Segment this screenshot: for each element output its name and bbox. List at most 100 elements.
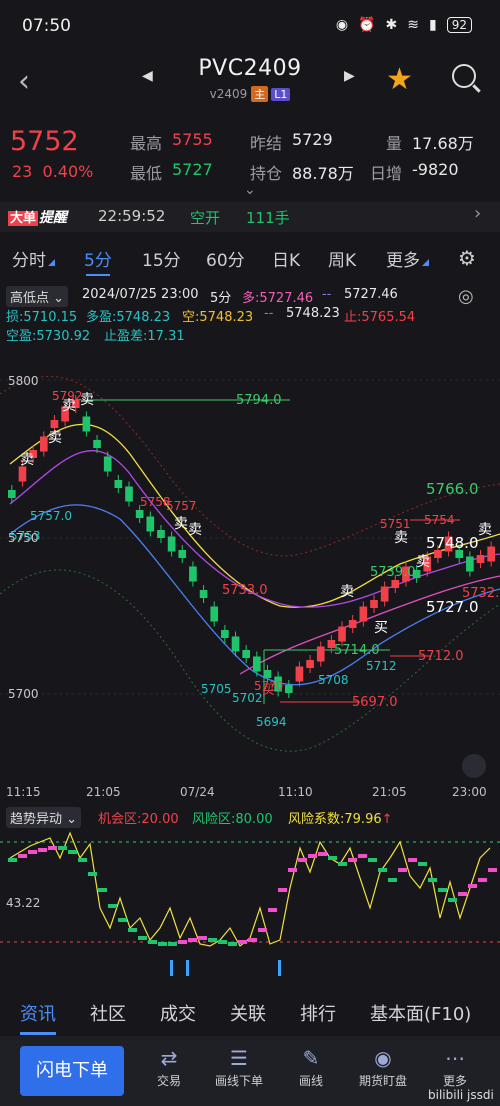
label-5694: 5694 [256,715,287,729]
label-5705: 5705 [201,682,232,696]
signal-bar [186,960,189,976]
tab-ranking[interactable]: 排行 [300,1000,336,1026]
header: ‹ ◀ PVC2409 v2409 主 L1 ▶ ★ [0,50,500,114]
nav-trade[interactable]: ⇄ 交易 [134,1044,204,1089]
tab-more[interactable]: 更多 [386,246,429,271]
signal-bar [278,960,281,976]
prev-settle-label: 昨结 [250,134,283,153]
tab-15min[interactable]: 15分 [142,246,181,271]
alert-action: 空开 [190,209,221,227]
kline-svg: 5800 5750 5700 5794.0 5766.0 5748.0 5727… [0,374,500,778]
trend-step [268,908,277,912]
legend-dash: -- [322,287,332,302]
trend-step [468,884,477,888]
legend-stop-loss: 损:5710.15 [6,310,78,325]
nav-draw[interactable]: ✎ 画线 [276,1044,346,1089]
trend-step [288,868,297,872]
page-title: PVC2409 [198,56,302,81]
next-contract-icon[interactable]: ▶ [344,68,355,84]
legend-dash2: -- [264,306,274,321]
time-label: 11:15 [6,785,41,799]
trend-step [478,878,487,882]
trend-step [28,850,37,854]
more-icon: ⋯ [445,1046,465,1070]
kline-chart[interactable]: 5800 5750 5700 5794.0 5766.0 5748.0 5727… [0,344,500,784]
time-label: 21:05 [372,785,407,799]
sell-marker-5: 卖 [174,516,188,532]
sell-marker-8: 卖 [394,530,408,546]
trend-step [128,928,137,932]
trend-step [198,936,207,940]
trend-legend: 趋势异动 ⌄ 机会区:20.00 风险区:80.00 风险系数:79.96↑ [0,806,500,828]
alert-tag-b: 提醒 [39,210,68,226]
battery-icon: 92 [446,17,472,33]
trend-step [428,878,437,882]
tab-daily[interactable]: 日K [272,246,300,271]
tab-weekly[interactable]: 周K [328,246,356,271]
tab-community[interactable]: 社区 [90,1000,126,1026]
tab-60min[interactable]: 60分 [206,246,245,271]
change-value: 23 [12,162,33,181]
daily-inc-label: 日增 [370,164,403,183]
prev-settle-value: 5729 [292,130,333,149]
trend-subchart[interactable]: 43.22 [0,828,500,980]
label-5754: 5754 [424,513,455,527]
label-5702: 5702 [232,691,263,705]
trend-step [398,868,407,872]
nav-monitor[interactable]: ◉ 期货盯盘 [348,1044,418,1089]
search-icon[interactable] [452,64,476,88]
tab-timeshare[interactable]: 分时 [12,246,55,271]
open-int-label: 持仓 [250,164,283,183]
high-value: 5755 [172,130,213,149]
legend-datetime: 2024/07/25 23:00 [82,287,199,302]
legend-long-profit: 多盈:5748.23 [86,310,171,325]
nav-more[interactable]: ⋯ 更多 [420,1044,490,1089]
indicator-selector[interactable]: 高低点 ⌄ [6,286,69,307]
star-icon[interactable]: ★ [386,62,413,97]
trend-step [98,888,107,892]
period-tabs: 分时 5分 15分 60分 日K 周K 更多 ⚙ [0,240,500,276]
trend-selector[interactable]: 趋势异动 ⌄ [6,807,82,828]
buy-marker-1: 买 [374,620,388,636]
trend-step [188,938,197,942]
legend-long: 多:5727.46 [242,291,314,306]
big-order-alert[interactable]: 大单 提醒 22:59:52 空开 111手 › [0,202,500,232]
label-5712: 5712.0 [418,649,464,664]
flash-order-button[interactable]: 闪电下单 [20,1046,124,1096]
expand-chevron-icon[interactable]: ⌄ [244,182,256,198]
tab-5min[interactable]: 5分 [84,246,112,276]
status-time: 07:50 [22,16,71,36]
tab-fundamentals[interactable]: 基本面(F10) [370,1000,471,1026]
sell-marker-3: 卖 [62,398,76,414]
time-label: 11:10 [278,785,313,799]
nav-draw-order[interactable]: ☰ 画线下单 [204,1044,274,1089]
alert-tag: 大单 提醒 [8,207,67,227]
trend-step [88,872,97,876]
trend-step [68,850,77,854]
trend-step [238,940,247,944]
label-5794: 5794.0 [236,393,282,408]
trade-icon: ⇄ [160,1046,178,1070]
sell-marker-4: 卖 [80,392,94,408]
label-5733: 5733.0 [222,583,268,598]
tab-related[interactable]: 关联 [230,1000,266,1026]
chevron-right-icon: › [474,203,482,224]
fullscreen-icon[interactable] [462,754,486,778]
trend-step [78,858,87,862]
daily-inc-value: -9820 [412,160,459,179]
legend-stop: 止:5765.54 [344,310,416,325]
trend-step [298,858,307,862]
risk-zone: 风险区:80.00 [192,812,273,827]
gear-icon[interactable]: ⚙ [458,246,476,270]
trend-step [8,858,17,862]
eye-toggle-icon[interactable]: ◎ [458,286,474,307]
tab-news[interactable]: 资讯 [20,1000,56,1035]
label-5732: 5732. [462,586,499,601]
open-int-value: 88.78万 [292,164,354,183]
label-5739: 5739.0 [370,565,416,580]
trend-step [148,940,157,944]
trend-step [158,942,167,946]
buy-marker-2: 买 [262,683,275,698]
tab-trades[interactable]: 成交 [160,1000,196,1026]
trend-step [248,938,257,942]
